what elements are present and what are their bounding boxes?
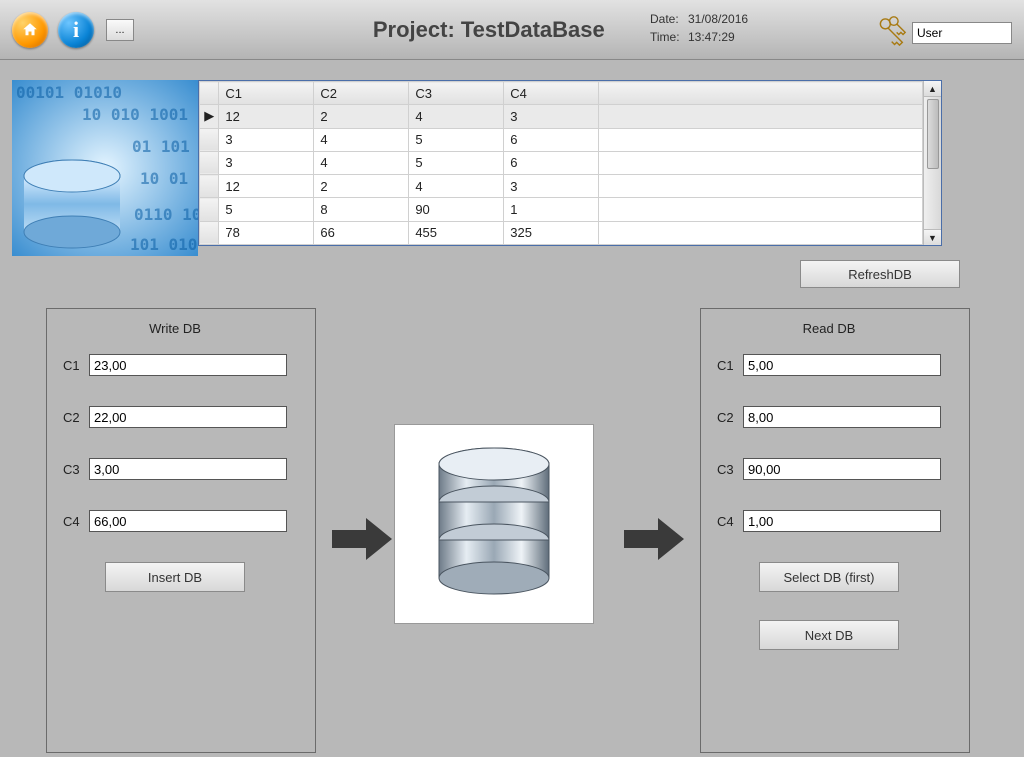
grid-cell[interactable]: 66 — [314, 221, 409, 244]
database-image — [394, 424, 594, 624]
grid-cell[interactable]: 455 — [409, 221, 504, 244]
read-c4-label: C4 — [717, 514, 743, 529]
scroll-down-icon[interactable]: ▼ — [924, 229, 941, 245]
grid-cell[interactable]: 5 — [409, 151, 504, 174]
read-c2-input[interactable] — [743, 406, 941, 428]
grid-cell[interactable]: 12 — [219, 175, 314, 198]
main-area: 00101 01010 10 010 1001 01 101 010 10 01… — [0, 60, 1024, 757]
grid-cell[interactable]: 5 — [409, 128, 504, 151]
user-block — [874, 14, 1012, 51]
home-icon[interactable] — [12, 12, 48, 48]
write-c2-input[interactable] — [89, 406, 287, 428]
select-db-first-button[interactable]: Select DB (first) — [759, 562, 899, 592]
grid-cell[interactable]: 3 — [219, 128, 314, 151]
grid-cell[interactable]: 6 — [504, 128, 599, 151]
write-c1-label: C1 — [63, 358, 89, 373]
read-panel-title: Read DB — [717, 321, 941, 336]
write-c3-label: C3 — [63, 462, 89, 477]
grid-cell[interactable]: 1 — [504, 198, 599, 221]
svg-text:10 01 101: 10 01 101 — [140, 169, 198, 188]
grid-scrollbar[interactable]: ▲ ▼ — [923, 81, 941, 245]
read-c1-input[interactable] — [743, 354, 941, 376]
grid-cell[interactable]: 325 — [504, 221, 599, 244]
read-db-panel: Read DB C1 C2 C3 C4 Select DB (first) Ne… — [700, 308, 970, 753]
read-c2-label: C2 — [717, 410, 743, 425]
grid-cell-empty — [599, 151, 923, 174]
grid-cell[interactable]: 78 — [219, 221, 314, 244]
grid-cell[interactable]: 90 — [409, 198, 504, 221]
write-c2-label: C2 — [63, 410, 89, 425]
grid-cell-empty — [599, 198, 923, 221]
svg-text:00101 01010: 00101 01010 — [16, 83, 122, 102]
scroll-up-icon[interactable]: ▲ — [924, 81, 941, 97]
read-c3-input[interactable] — [743, 458, 941, 480]
data-grid[interactable]: C1C2C3C4▶1224334563456122435890178664553… — [198, 80, 942, 246]
binary-db-image: 00101 01010 10 010 1001 01 101 010 10 01… — [12, 80, 198, 256]
grid-cell-empty — [599, 105, 923, 128]
grid-cell[interactable]: 4 — [314, 151, 409, 174]
grid-cell[interactable]: 4 — [314, 128, 409, 151]
info-icon[interactable]: i — [58, 12, 94, 48]
grid-cell-empty — [599, 221, 923, 244]
grid-corner — [200, 82, 219, 105]
time-value: 13:47:29 — [688, 30, 735, 44]
grid-cell[interactable]: 2 — [314, 175, 409, 198]
read-c1-label: C1 — [717, 358, 743, 373]
scroll-thumb[interactable] — [927, 99, 939, 169]
grid-col-header[interactable]: C3 — [409, 82, 504, 105]
grid-row-header[interactable]: ▶ — [200, 105, 219, 128]
write-panel-title: Write DB — [63, 321, 287, 336]
write-c4-input[interactable] — [89, 510, 287, 532]
grid-cell[interactable]: 3 — [504, 175, 599, 198]
arrow-right-icon — [332, 516, 392, 562]
write-c4-label: C4 — [63, 514, 89, 529]
read-c4-input[interactable] — [743, 510, 941, 532]
grid-cell[interactable]: 5 — [219, 198, 314, 221]
date-label: Date: — [650, 10, 688, 28]
date-value: 31/08/2016 — [688, 12, 748, 26]
write-c3-input[interactable] — [89, 458, 287, 480]
read-c3-label: C3 — [717, 462, 743, 477]
grid-cell[interactable]: 3 — [219, 151, 314, 174]
grid-row-header[interactable] — [200, 151, 219, 174]
refresh-db-button[interactable]: RefreshDB — [800, 260, 960, 288]
grid-row-header[interactable] — [200, 221, 219, 244]
grid-cell[interactable]: 4 — [409, 175, 504, 198]
grid-col-header[interactable]: C2 — [314, 82, 409, 105]
grid-cell-empty — [599, 128, 923, 151]
write-c1-input[interactable] — [89, 354, 287, 376]
grid-row-header[interactable] — [200, 128, 219, 151]
grid-cell-empty — [599, 175, 923, 198]
grid-cell[interactable]: 6 — [504, 151, 599, 174]
svg-text:10 010 1001: 10 010 1001 — [82, 105, 188, 124]
grid-cell[interactable]: 8 — [314, 198, 409, 221]
arrow-right-icon — [624, 516, 684, 562]
user-input[interactable] — [912, 22, 1012, 44]
datetime-block: Date:31/08/2016 Time:13:47:29 — [650, 10, 748, 46]
app-header: i ... Project: TestDataBase Date:31/08/2… — [0, 0, 1024, 60]
write-db-panel: Write DB C1 C2 C3 C4 Insert DB — [46, 308, 316, 753]
next-db-button[interactable]: Next DB — [759, 620, 899, 650]
grid-row-header[interactable] — [200, 175, 219, 198]
grid-cell[interactable]: 12 — [219, 105, 314, 128]
grid-cell[interactable]: 4 — [409, 105, 504, 128]
project-title: Project: TestDataBase — [373, 17, 605, 43]
grid-cell[interactable]: 2 — [314, 105, 409, 128]
grid-row-header[interactable] — [200, 198, 219, 221]
insert-db-button[interactable]: Insert DB — [105, 562, 245, 592]
more-button[interactable]: ... — [106, 19, 134, 41]
keys-icon — [874, 14, 908, 51]
grid-col-header[interactable]: C4 — [504, 82, 599, 105]
svg-text:101 0101: 101 0101 — [130, 235, 198, 254]
svg-text:0110 101: 0110 101 — [134, 205, 198, 224]
grid-cell[interactable]: 3 — [504, 105, 599, 128]
svg-text:01 101 010: 01 101 010 — [132, 137, 198, 156]
grid-col-header[interactable]: C1 — [219, 82, 314, 105]
time-label: Time: — [650, 28, 688, 46]
grid-col-empty — [599, 82, 923, 105]
